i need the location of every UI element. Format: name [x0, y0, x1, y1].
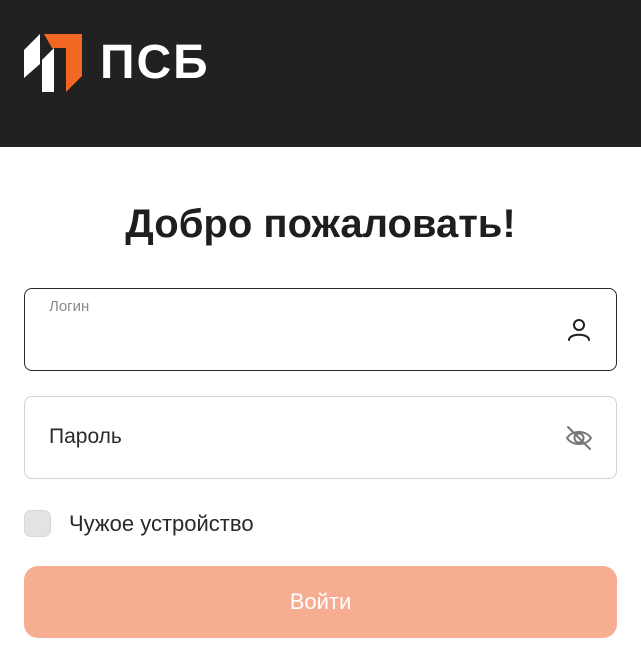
foreign-device-checkbox[interactable] — [24, 510, 51, 537]
eye-off-icon[interactable] — [564, 423, 594, 453]
login-label: Логин — [49, 298, 90, 315]
logo-text: ПСБ — [100, 36, 210, 89]
app-header: ПСБ — [0, 0, 641, 147]
login-field[interactable]: Логин — [24, 288, 617, 371]
psb-logo-mark-icon — [24, 34, 82, 92]
psb-logo: ПСБ — [24, 34, 210, 92]
foreign-device-checkbox-row[interactable]: Чужое устройство — [24, 510, 254, 537]
user-icon — [568, 319, 590, 341]
password-field[interactable] — [24, 396, 617, 479]
password-input[interactable] — [49, 419, 549, 455]
login-button[interactable]: Войти — [24, 566, 617, 638]
login-input[interactable] — [49, 319, 549, 355]
foreign-device-label: Чужое устройство — [69, 510, 254, 536]
page-title: Добро пожаловать! — [125, 202, 516, 246]
